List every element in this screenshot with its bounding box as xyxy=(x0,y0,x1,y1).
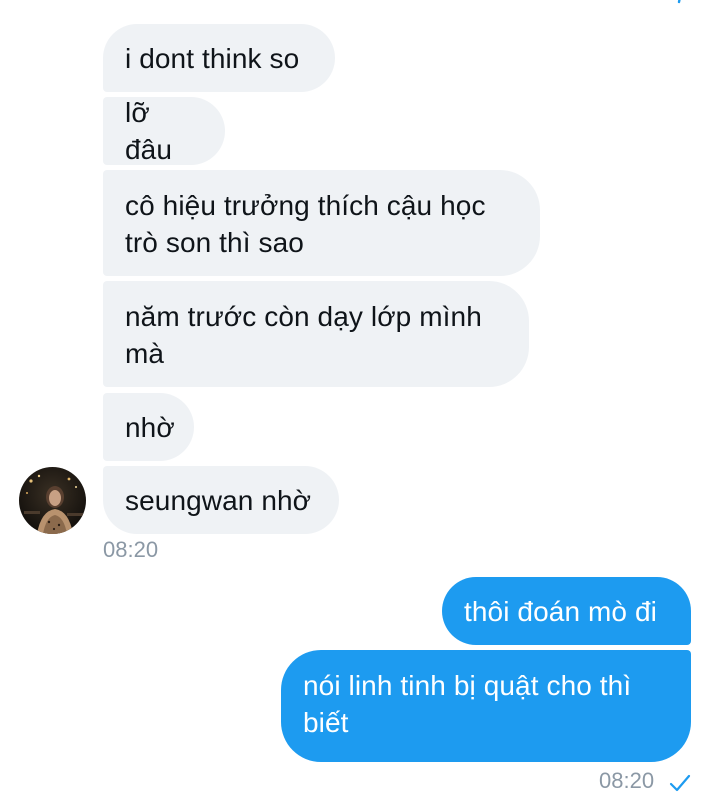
message-text: lỡ đâu xyxy=(125,97,173,165)
received-message: i dont think so xyxy=(103,24,335,92)
received-message: seungwan nhờ xyxy=(103,466,339,534)
checkmark-icon xyxy=(669,774,691,792)
message-text: thôi đoán mò đi xyxy=(464,595,657,627)
avatar-photo-icon xyxy=(19,467,86,534)
sent-timestamp: 08:20 xyxy=(599,768,655,793)
message-text: i dont think so xyxy=(125,42,300,74)
checkmark-icon xyxy=(677,0,681,4)
message-text-line: mà xyxy=(125,338,165,369)
message-text: nhờ xyxy=(125,411,175,443)
message-text-line: nói linh tinh bị quật cho thì xyxy=(303,670,632,701)
received-message: lỡ đâu xyxy=(103,97,225,165)
message-text-line: biết xyxy=(303,707,349,738)
sent-message: nói linh tinh bị quật cho thì biết xyxy=(281,650,691,762)
received-message: năm trước còn dạy lớp mình mà xyxy=(103,281,529,387)
avatar[interactable] xyxy=(19,467,86,534)
received-timestamp: 08:20 xyxy=(103,537,159,562)
message-text-line: năm trước còn dạy lớp mình xyxy=(125,301,482,332)
received-message: nhờ xyxy=(103,393,194,461)
message-text-line: trò son thì sao xyxy=(125,227,304,258)
message-text-line: cô hiệu trưởng thích cậu học xyxy=(125,190,486,221)
received-message: cô hiệu trưởng thích cậu học trò son thì… xyxy=(103,170,540,276)
sent-message: thôi đoán mò đi xyxy=(442,577,691,645)
message-text: seungwan nhờ xyxy=(125,484,312,516)
